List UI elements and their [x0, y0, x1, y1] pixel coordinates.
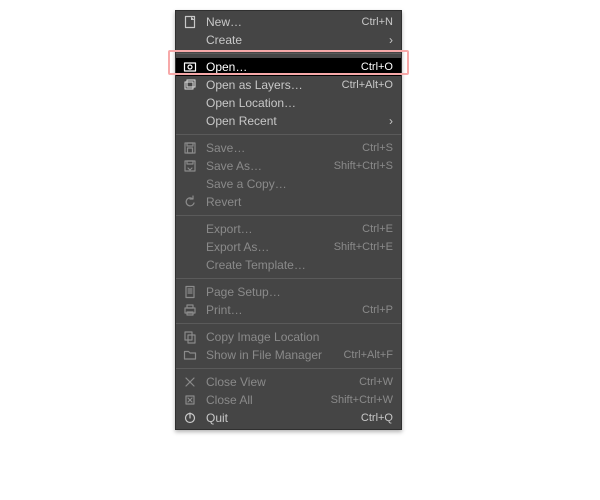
menu-item: Save… Ctrl+S — [176, 139, 401, 157]
open-icon — [182, 59, 198, 75]
menu-item-label: Save a Copy… — [206, 177, 393, 191]
saveas-icon — [182, 158, 198, 174]
folder-icon — [182, 347, 198, 363]
menu-item-label: Export As… — [206, 240, 324, 254]
menu-item-label: Open… — [206, 60, 351, 74]
close-icon — [182, 374, 198, 390]
menu-item-label: Save As… — [206, 159, 324, 173]
menu-item-shortcut: Ctrl+N — [362, 16, 393, 28]
menu-item-label: Create Template… — [206, 258, 393, 272]
menu-item: Save As… Shift+Ctrl+S — [176, 157, 401, 175]
copy-icon — [182, 329, 198, 345]
menu-item-label: Create — [206, 33, 377, 47]
chevron-right-icon: › — [383, 114, 393, 128]
revert-icon — [182, 194, 198, 210]
print-icon — [182, 302, 198, 318]
menu-item: Copy Image Location — [176, 328, 401, 346]
menu-item[interactable]: Open Location… — [176, 94, 401, 112]
menu-separator — [176, 134, 401, 135]
menu-item[interactable]: Open Recent › — [176, 112, 401, 130]
blank-icon — [182, 113, 198, 129]
menu-item: Export… Ctrl+E — [176, 220, 401, 238]
menu-item-label: Close View — [206, 375, 349, 389]
chevron-right-icon: › — [383, 33, 393, 47]
menu-item[interactable]: Create › — [176, 31, 401, 49]
menu-item: Close View Ctrl+W — [176, 373, 401, 391]
menu-separator — [176, 215, 401, 216]
blank-icon — [182, 32, 198, 48]
menu-item[interactable]: Quit Ctrl+Q — [176, 409, 401, 427]
menu-item: Revert — [176, 193, 401, 211]
menu-item: Export As… Shift+Ctrl+E — [176, 238, 401, 256]
menu-item: Show in File Manager Ctrl+Alt+F — [176, 346, 401, 364]
menu-item-shortcut: Ctrl+E — [362, 223, 393, 235]
closeall-icon — [182, 392, 198, 408]
menu-item-label: Copy Image Location — [206, 330, 393, 344]
blank-icon — [182, 239, 198, 255]
menu-item-shortcut: Ctrl+P — [362, 304, 393, 316]
menu-item-label: Open as Layers… — [206, 78, 332, 92]
menu-item-shortcut: Shift+Ctrl+E — [334, 241, 393, 253]
menu-item-shortcut: Ctrl+W — [359, 376, 393, 388]
menu-item: Print… Ctrl+P — [176, 301, 401, 319]
menu-item-label: Quit — [206, 411, 351, 425]
menu-item-shortcut: Ctrl+S — [362, 142, 393, 154]
page-icon — [182, 284, 198, 300]
menu-item-label: Show in File Manager — [206, 348, 333, 362]
menu-item: Close All Shift+Ctrl+W — [176, 391, 401, 409]
quit-icon — [182, 410, 198, 426]
menu-item-label: Export… — [206, 222, 352, 236]
menu-item-label: Print… — [206, 303, 352, 317]
menu-item[interactable]: Open as Layers… Ctrl+Alt+O — [176, 76, 401, 94]
menu-separator — [176, 323, 401, 324]
menu-item-label: Open Recent — [206, 114, 377, 128]
menu-item[interactable]: Open… Ctrl+O — [176, 58, 401, 76]
menu-separator — [176, 368, 401, 369]
save-icon — [182, 140, 198, 156]
menu-item-label: New… — [206, 15, 352, 29]
new-icon — [182, 14, 198, 30]
menu-item: Page Setup… — [176, 283, 401, 301]
menu-item-shortcut: Ctrl+O — [361, 61, 393, 73]
menu-item: Save a Copy… — [176, 175, 401, 193]
menu-item-label: Save… — [206, 141, 352, 155]
layers-icon — [182, 77, 198, 93]
blank-icon — [182, 176, 198, 192]
blank-icon — [182, 221, 198, 237]
menu-item-shortcut: Ctrl+Alt+F — [343, 349, 393, 361]
menu-item: Create Template… — [176, 256, 401, 274]
menu-item-shortcut: Shift+Ctrl+S — [334, 160, 393, 172]
menu-separator — [176, 53, 401, 54]
menu-item-label: Revert — [206, 195, 393, 209]
menu-separator — [176, 278, 401, 279]
file-menu[interactable]: New… Ctrl+N Create › Open… Ctrl+O Open as Laye… — [175, 10, 402, 430]
menu-item-label: Open Location… — [206, 96, 393, 110]
blank-icon — [182, 95, 198, 111]
menu-item-label: Close All — [206, 393, 321, 407]
menu-item-shortcut: Ctrl+Q — [361, 412, 393, 424]
menu-item-shortcut: Shift+Ctrl+W — [331, 394, 393, 406]
menu-item[interactable]: New… Ctrl+N — [176, 13, 401, 31]
menu-item-shortcut: Ctrl+Alt+O — [342, 79, 393, 91]
menu-item-label: Page Setup… — [206, 285, 393, 299]
blank-icon — [182, 257, 198, 273]
